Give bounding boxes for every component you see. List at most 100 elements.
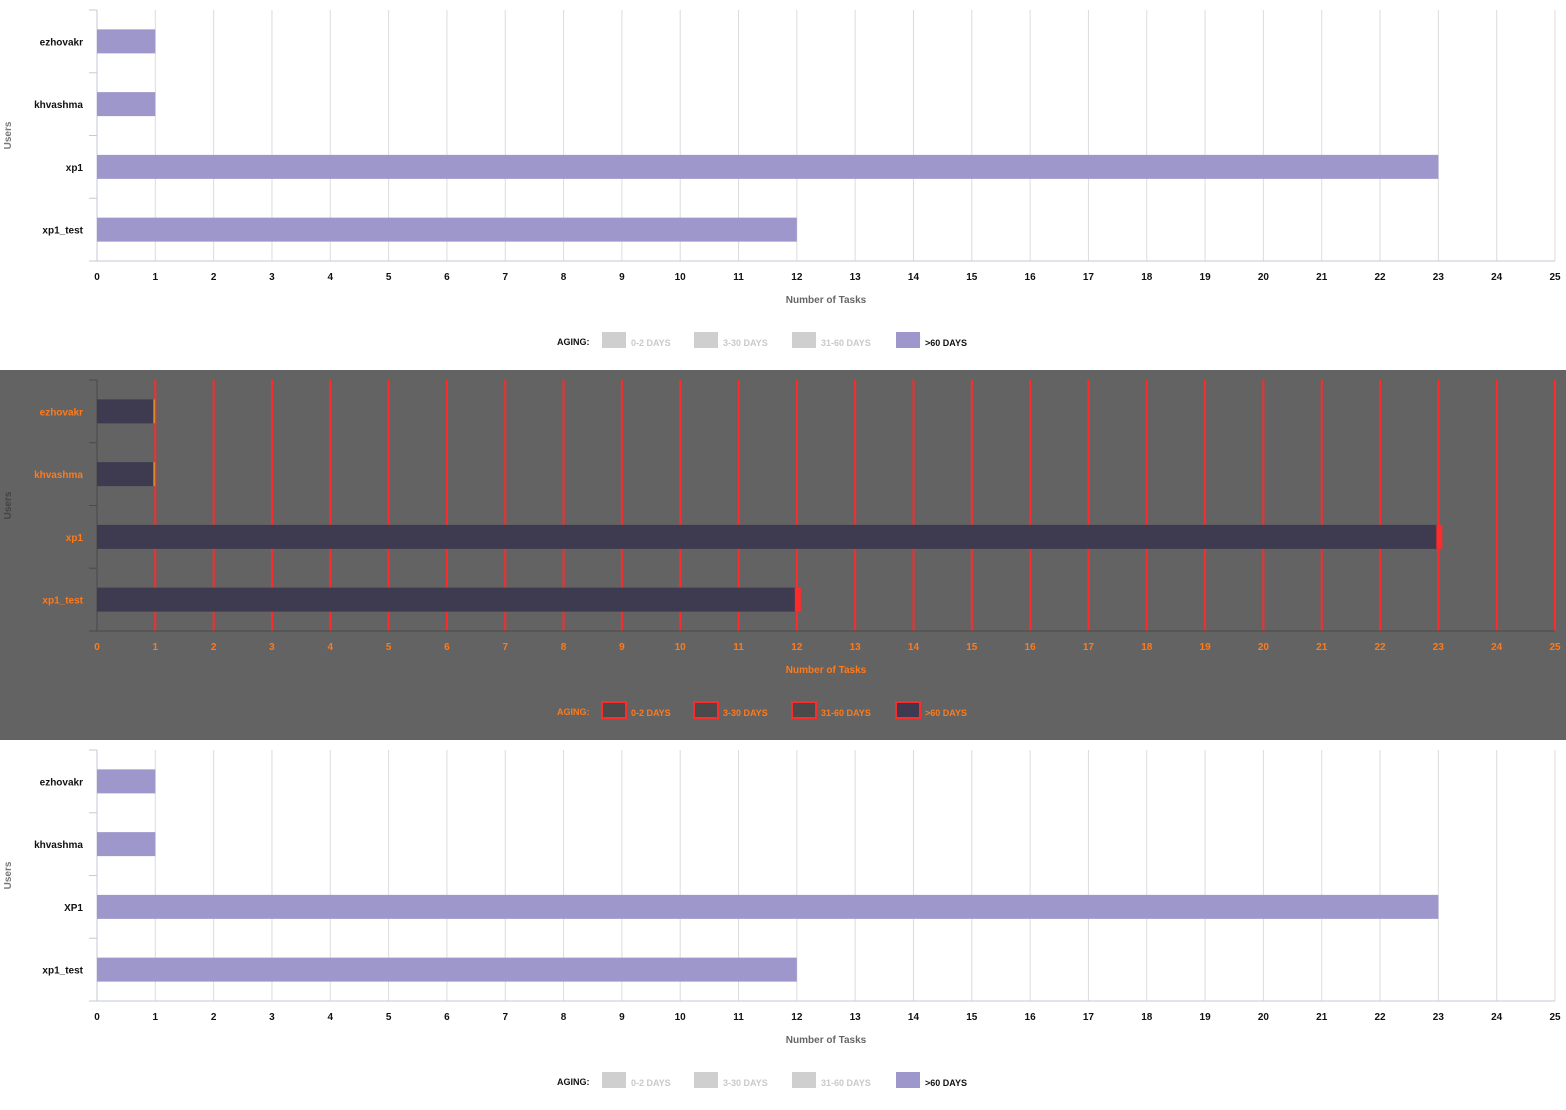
legend-swatch xyxy=(791,701,817,719)
x-tick-labels: 0 1 2 3 4 5 6 7 8 9 10 11 12 13 14 15 16 17 18 19 20 21 22 23 24… xyxy=(94,272,1561,283)
x-tick-label: 13 xyxy=(850,272,862,283)
x-tick-label: 10 xyxy=(675,642,687,653)
x-tick-label: 1 xyxy=(153,1012,159,1023)
bar[interactable] xyxy=(97,92,156,117)
bars xyxy=(97,399,1443,612)
legend-item[interactable]: 3-30 DAYS xyxy=(694,332,768,348)
x-tick-label: 16 xyxy=(1025,272,1037,283)
legend-item[interactable]: 3-30 DAYS xyxy=(694,1072,768,1088)
y-tick-label: khvashma xyxy=(34,100,83,111)
y-tick-label: xp1_test xyxy=(42,596,83,607)
bars xyxy=(97,29,1439,242)
chart-panel-bottom: ezhovakr khvashma XP1 xp1_test 0 1 2 3 4 5 6 7 8 9 10 1… xyxy=(0,740,1566,1110)
legend-title: AGING: xyxy=(557,1077,590,1087)
x-tick-label: 4 xyxy=(327,272,333,283)
legend-label: 3-30 DAYS xyxy=(723,338,768,348)
x-tick-label: 13 xyxy=(850,642,862,653)
x-tick-label: 10 xyxy=(675,272,687,283)
x-tick-label: 5 xyxy=(386,272,392,283)
x-tick-label: 22 xyxy=(1374,1012,1386,1023)
x-axis-title: Number of Tasks xyxy=(786,665,867,676)
x-tick-label: 22 xyxy=(1374,642,1386,653)
bar-chart: ezhovakrkhvashmaXP1xp1_test0 1 2 3 4 5 6 7 8 9 10 1… xyxy=(3,749,1561,1088)
x-tick-label: 23 xyxy=(1433,1012,1445,1023)
bar[interactable] xyxy=(97,462,156,487)
x-tick-label: 7 xyxy=(502,272,508,283)
x-tick-label: 18 xyxy=(1141,642,1153,653)
bar[interactable] xyxy=(97,154,1439,179)
legend-label: >60 DAYS xyxy=(925,338,967,348)
legend-item[interactable]: 0-2 DAYS xyxy=(601,701,671,719)
x-tick-label: 4 xyxy=(327,642,333,653)
x-tick-label: 4 xyxy=(327,1012,333,1023)
x-axis-title: Number of Tasks xyxy=(786,295,867,306)
x-tick-label: 12 xyxy=(791,642,803,653)
x-tick-label: 2 xyxy=(211,642,217,653)
legend-swatch xyxy=(792,1072,816,1088)
legend-label: 0-2 DAYS xyxy=(631,1078,671,1088)
x-tick-label: 0 xyxy=(94,1012,100,1023)
x-tick-label: 18 xyxy=(1141,1012,1153,1023)
y-tick-label: xp1 xyxy=(66,533,84,544)
bar[interactable] xyxy=(97,29,156,54)
legend-item[interactable]: 31-60 DAYS xyxy=(791,701,871,719)
bars xyxy=(97,769,1439,982)
x-tick-label: 23 xyxy=(1433,272,1445,283)
x-tick-label: 1 xyxy=(153,272,159,283)
legend-item[interactable]: 31-60 DAYS xyxy=(792,332,871,348)
y-tick-label: xp1_test xyxy=(42,966,83,977)
y-axis-title: Users xyxy=(3,861,14,889)
bar[interactable] xyxy=(97,769,156,794)
x-tick-labels: 0 1 2 3 4 5 6 7 8 9 10 11 12 13 14 15 16 17 18 19 20 21 22 23 24… xyxy=(94,1012,1561,1023)
bar-end-highlight xyxy=(153,399,156,424)
x-tick-label: 17 xyxy=(1083,1012,1095,1023)
x-tick-label: 15 xyxy=(966,1012,978,1023)
legend-title: AGING: xyxy=(557,707,590,717)
legend-label: >60 DAYS xyxy=(925,708,967,718)
y-tick-label: ezhovakr xyxy=(40,37,83,48)
bar[interactable] xyxy=(97,399,156,424)
x-tick-label: 0 xyxy=(94,272,100,283)
x-tick-label: 6 xyxy=(444,642,450,653)
bar[interactable] xyxy=(97,524,1439,549)
x-tick-label: 21 xyxy=(1316,1012,1328,1023)
x-tick-label: 8 xyxy=(561,1012,567,1023)
bar[interactable] xyxy=(97,587,797,612)
x-tick-label: 6 xyxy=(444,272,450,283)
x-tick-label: 3 xyxy=(269,1012,275,1023)
x-tick-label: 5 xyxy=(386,642,392,653)
x-tick-label: 2 xyxy=(211,1012,217,1023)
x-tick-label: 20 xyxy=(1258,1012,1270,1023)
legend-item[interactable]: 0-2 DAYS xyxy=(602,332,671,348)
x-tick-label: 6 xyxy=(444,1012,450,1023)
legend-label: 0-2 DAYS xyxy=(631,338,671,348)
legend-item[interactable]: >60 DAYS xyxy=(895,701,967,719)
bar-chart: ezhovakrkhvashmaxp1xp1_test0 1 2 3 4 5 6 7 8 9 10 1… xyxy=(3,379,1561,719)
x-tick-label: 16 xyxy=(1025,1012,1037,1023)
legend-item[interactable]: 0-2 DAYS xyxy=(602,1072,671,1088)
legend-label: 31-60 DAYS xyxy=(821,708,871,718)
bar[interactable] xyxy=(97,894,1439,919)
x-tick-label: 11 xyxy=(733,272,744,283)
legend: AGING: 0-2 DAYS 3-30 DAYS 31-60 DAYS >60 DAY… xyxy=(557,1072,967,1088)
x-tick-label: 14 xyxy=(908,1012,920,1023)
x-tick-label: 18 xyxy=(1141,272,1153,283)
y-tick-label: xp1 xyxy=(66,163,84,174)
legend-item[interactable]: 3-30 DAYS xyxy=(693,701,768,719)
y-tick-label: ezhovakr xyxy=(40,777,83,788)
y-tick-label: ezhovakr xyxy=(40,407,83,418)
y-axis-title: Users xyxy=(3,491,14,519)
bar[interactable] xyxy=(97,832,156,857)
x-tick-label: 21 xyxy=(1316,642,1328,653)
x-tick-label: 25 xyxy=(1549,272,1561,283)
bar[interactable] xyxy=(97,957,797,982)
x-tick-label: 25 xyxy=(1549,1012,1561,1023)
x-tick-label: 24 xyxy=(1491,1012,1503,1023)
legend-item[interactable]: 31-60 DAYS xyxy=(792,1072,871,1088)
legend-item[interactable]: >60 DAYS xyxy=(896,1072,967,1088)
legend-item[interactable]: >60 DAYS xyxy=(896,332,967,348)
y-tick-label: khvashma xyxy=(34,470,83,481)
chart-panel-diff: ezhovakr khvashma xp1 xp1_test 0 1 2 3 4 5 6 7 8 9 10 1… xyxy=(0,370,1566,740)
bar[interactable] xyxy=(97,217,797,242)
legend-swatch xyxy=(792,332,816,348)
